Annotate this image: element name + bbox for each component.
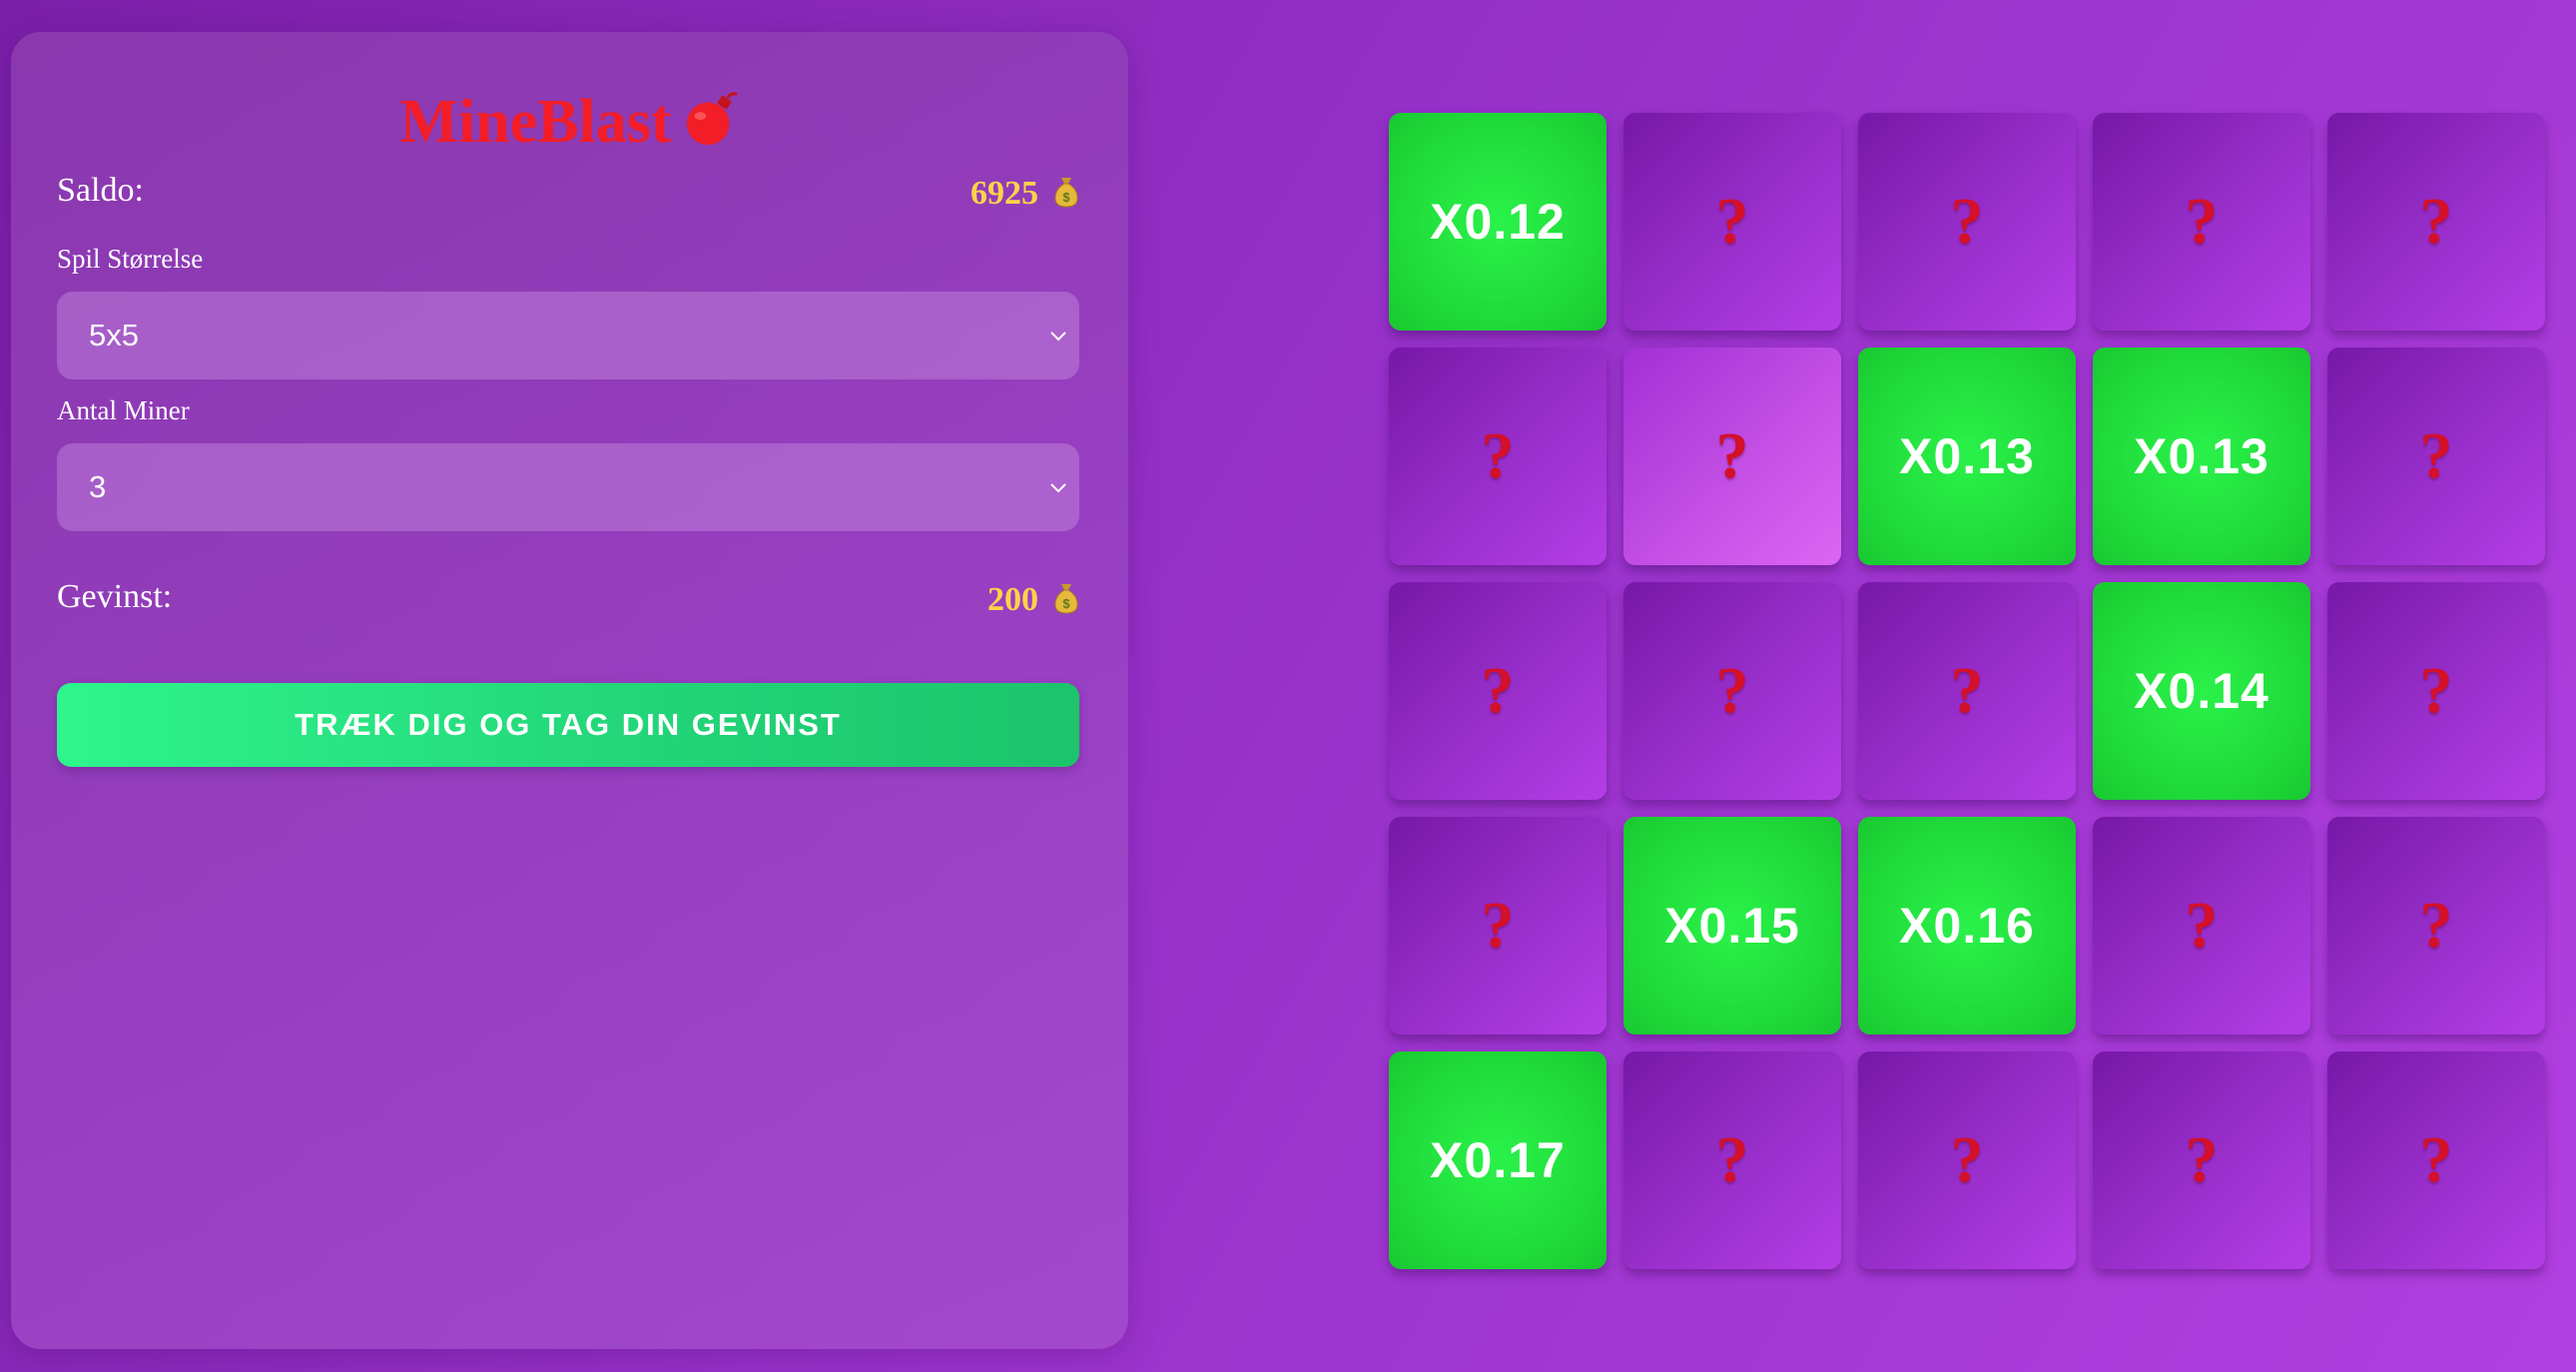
question-mark-icon: ? [2419,1123,2453,1196]
revealed-tile: X0.14 [2093,582,2310,800]
tile-multiplier: X0.13 [2134,428,2269,484]
winnings-value: 200 [987,581,1038,618]
hidden-tile[interactable]: ? [1858,582,2076,800]
question-mark-icon: ? [1481,419,1515,492]
tile-multiplier: X0.12 [1430,194,1566,250]
hidden-tile[interactable]: ? [2093,817,2310,1034]
hidden-tile[interactable]: ? [2327,113,2545,331]
question-mark-icon: ? [1715,185,1749,258]
bomb-icon [686,92,738,146]
question-mark-icon: ? [1481,654,1515,727]
tile-multiplier: X0.14 [2134,663,2269,719]
question-mark-icon: ? [2185,185,2219,258]
mines-count-select[interactable]: 3 [57,443,1079,531]
game-title: MineBlast [399,88,672,156]
hidden-tile[interactable]: ? [1389,347,1607,565]
chevron-down-icon [1050,332,1066,342]
tile-multiplier: X0.16 [1899,898,2035,954]
winnings-label: Gevinst: [57,578,173,615]
tile-multiplier: X0.13 [1899,428,2035,484]
mine-grid: X0.12?????? X0.13 X0.13???? X0.14?? X0.15 X0.… [1389,113,2545,1269]
question-mark-icon: ? [2419,654,2453,727]
question-mark-icon: ? [2419,185,2453,258]
mines-count-label: Antal Miner [57,395,190,425]
question-mark-icon: ? [1715,419,1749,492]
tile-multiplier: X0.15 [1664,898,1800,954]
control-panel: MineBlast Saldo: 6925 $ Spil Størrelse 5… [11,32,1128,1349]
question-mark-icon: ? [1481,889,1515,962]
hidden-tile[interactable]: ? [1858,113,2076,331]
balance-value-row: 6925 $ [970,174,1080,213]
svg-text:$: $ [1062,596,1070,611]
hidden-tile[interactable]: ? [1623,582,1841,800]
chevron-down-icon [1050,483,1066,493]
game-size-value: 5x5 [89,318,139,352]
game-size-select[interactable]: 5x5 [57,292,1079,379]
revealed-tile: X0.16 [1858,817,2076,1034]
revealed-tile: X0.13 [2093,347,2310,565]
question-mark-icon: ? [1950,654,1984,727]
hidden-tile[interactable]: ? [1623,347,1841,565]
cashout-button[interactable]: TRÆK DIG OG TAG DIN GEVINST [57,683,1079,767]
question-mark-icon: ? [2185,1123,2219,1196]
revealed-tile: X0.17 [1389,1051,1607,1269]
balance-label: Saldo: [57,172,144,209]
revealed-tile: X0.12 [1389,113,1607,331]
question-mark-icon: ? [2419,419,2453,492]
hidden-tile[interactable]: ? [2327,347,2545,565]
hidden-tile[interactable]: ? [2327,582,2545,800]
hidden-tile[interactable]: ? [2327,1051,2545,1269]
question-mark-icon: ? [1715,1123,1749,1196]
hidden-tile[interactable]: ? [1858,1051,2076,1269]
tile-multiplier: X0.17 [1430,1132,1566,1188]
revealed-tile: X0.13 [1858,347,2076,565]
hidden-tile[interactable]: ? [2093,113,2310,331]
question-mark-icon: ? [1950,1123,1984,1196]
money-bag-icon: $ [1054,584,1078,614]
question-mark-icon: ? [1715,654,1749,727]
revealed-tile: X0.15 [1623,817,1841,1034]
hidden-tile[interactable]: ? [1623,1051,1841,1269]
balance-value: 6925 [970,175,1038,212]
hidden-tile[interactable]: ? [1389,817,1607,1034]
hidden-tile[interactable]: ? [2093,1051,2310,1269]
question-mark-icon: ? [2185,889,2219,962]
svg-text:$: $ [1062,190,1070,205]
hidden-tile[interactable]: ? [2327,817,2545,1034]
game-title-row: MineBlast [11,77,1128,167]
question-mark-icon: ? [1950,185,1984,258]
hidden-tile[interactable]: ? [1389,582,1607,800]
mines-count-value: 3 [89,469,107,504]
game-size-label: Spil Størrelse [57,244,204,274]
hidden-tile[interactable]: ? [1623,113,1841,331]
winnings-value-row: 200 $ [987,580,1080,619]
question-mark-icon: ? [2419,889,2453,962]
money-bag-icon: $ [1054,178,1078,208]
